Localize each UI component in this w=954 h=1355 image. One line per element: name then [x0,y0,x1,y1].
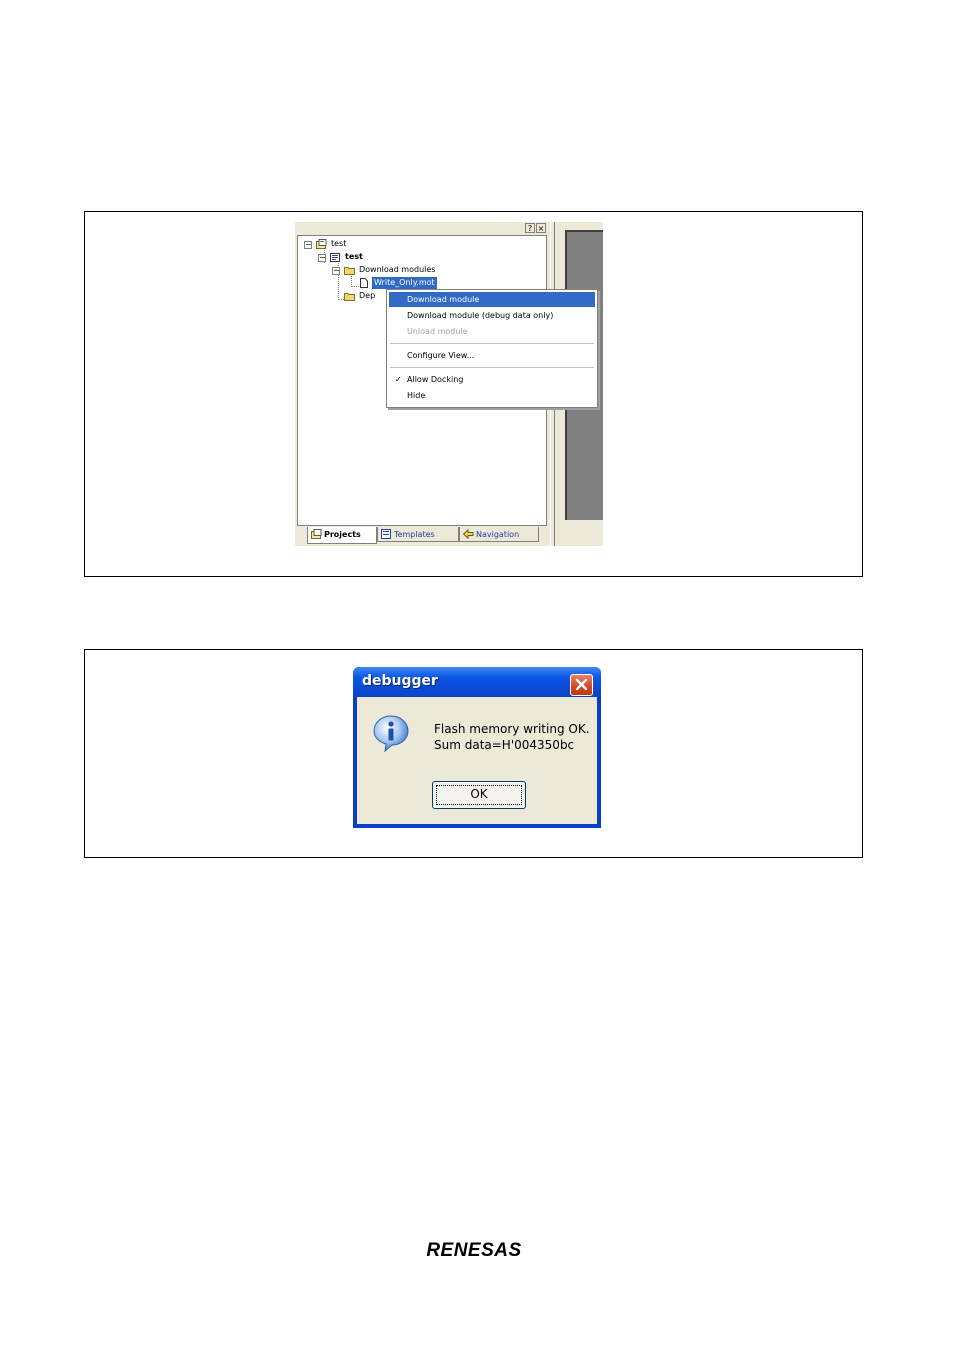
message-line-2: Sum data=H'004350bc [434,738,575,752]
navigation-tab-icon [463,529,474,539]
close-icon [575,678,588,691]
menu-separator [390,343,594,344]
menu-item-allow-docking[interactable]: ✓ Allow Docking [389,372,595,387]
tab-navigation[interactable]: Navigation [459,527,539,542]
tree-item-dependencies[interactable]: Dep [359,290,375,302]
dock-close-button[interactable]: × [536,223,546,233]
menu-item-download-module[interactable]: Download module [389,292,595,307]
menu-separator [390,367,594,368]
expander-download-modules[interactable]: − [332,267,340,275]
message-line-1: Flash memory writing OK. [434,722,590,736]
debugger-dialog: debugger Flash memory writing OK. Sum da… [353,667,601,828]
project-icon [330,253,340,262]
ok-button[interactable]: OK [432,781,526,809]
close-button[interactable] [570,674,593,696]
tree-item-download-modules[interactable]: Download modules [359,264,435,276]
menu-item-download-debug-data[interactable]: Download module (debug data only) [389,308,595,323]
check-icon: ✓ [395,375,402,384]
expander-root[interactable]: − [304,241,312,249]
folder-icon [344,293,355,301]
templates-tab-icon [381,529,391,539]
file-icon [360,278,368,288]
logo-text: RENESAS [426,1240,521,1261]
dialog-message: Flash memory writing OK. Sum data=H'0043… [434,721,590,753]
menu-item-configure-view[interactable]: Configure View... [389,348,595,363]
tree-item-project[interactable]: test [345,251,363,263]
tab-label: Navigation [476,530,520,539]
context-menu: Download module Download module (debug d… [386,289,598,408]
tab-projects[interactable]: Projects [307,527,377,544]
menu-item-unload-module: Unload module [407,327,468,336]
renesas-logo: RENESAS [426,1240,521,1261]
folder-open-icon [344,267,355,275]
tree-item-module-file[interactable]: Write_Only.mot [372,277,437,289]
tab-label: Projects [324,530,361,539]
dialog-titlebar[interactable]: debugger [353,667,601,697]
menu-item-label: Allow Docking [407,375,464,384]
info-icon [373,715,409,753]
tab-label: Templates [394,530,435,539]
workspace-tabs: Projects Templates Navigation [297,527,547,546]
projects-tab-icon [311,529,322,539]
dock-pin-button[interactable]: ? [525,223,535,233]
workspace-icon [316,239,327,249]
menu-item-hide[interactable]: Hide [389,388,595,403]
tab-templates[interactable]: Templates [377,527,459,542]
tree-item-root[interactable]: test [331,238,346,250]
expander-project[interactable]: − [318,254,326,262]
dialog-body: Flash memory writing OK. Sum data=H'0043… [357,697,597,824]
focus-rectangle [436,785,522,805]
workspace-titlebar: ? × [295,222,547,235]
dialog-title: debugger [362,673,438,689]
